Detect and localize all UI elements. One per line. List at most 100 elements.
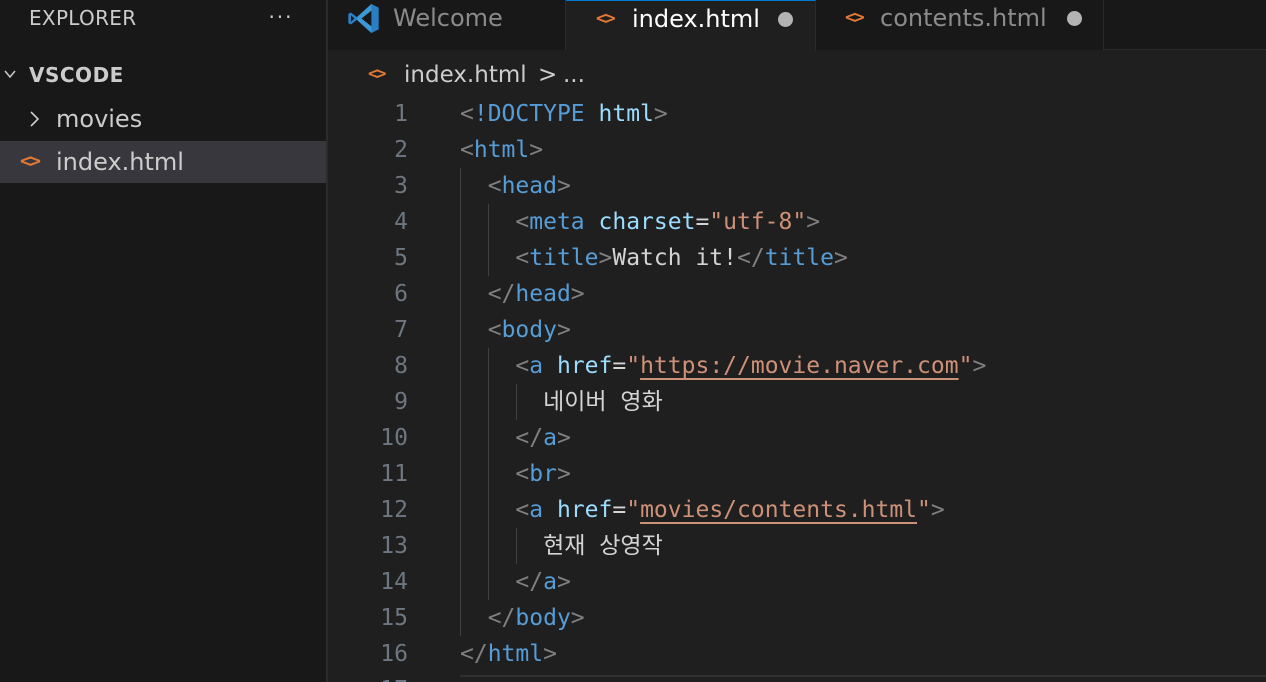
code-token: < [487,317,502,343]
html-icon: <> [20,150,41,172]
line-number: 7 [394,317,408,343]
code-token: </ [515,569,544,595]
code-token: head [515,281,571,307]
code-line[interactable]: 17 [328,672,1266,682]
code-token: a [529,497,544,523]
code-token: < [460,101,474,127]
code-text: <html> [460,132,543,168]
code-token: > [972,353,987,379]
code-token[interactable]: movies/contents.html [640,497,917,523]
tree-item-label: movies [56,105,143,133]
code-text: <meta charset="utf-8"> [460,204,820,240]
code-token: html [473,137,530,163]
code-token: > [653,101,668,127]
code-line[interactable]: 10 </a> [328,420,1266,456]
code-line[interactable]: 4 <meta charset="utf-8"> [328,204,1266,240]
more-actions-button[interactable]: ··· [266,4,296,30]
code-line[interactable]: 1 <!DOCTYPE html> [328,96,1266,132]
code-line[interactable]: 5 <title>Watch it!</title> [328,240,1266,276]
code-token: charset [598,209,696,235]
code-text: <!DOCTYPE html> [460,96,668,132]
code-token: Watch it! [612,245,737,271]
tab-index-html[interactable]: <> index.html [566,0,816,51]
editor-tab-bar: Welcome <> index.html <> contents.html [328,0,1266,51]
code-token[interactable]: https://movie.naver.com [640,353,959,379]
code-token: > [570,605,585,631]
code-token: br [529,461,557,487]
code-token: "utf-8" [709,209,807,235]
code-line[interactable]: 9 네이버 영화 [328,384,1266,420]
code-line[interactable]: 2 <html> [328,132,1266,168]
code-line[interactable]: 8 <a href="https://movie.naver.com"> [328,348,1266,384]
chevron-down-icon [4,70,16,79]
line-number: 5 [394,245,408,271]
code-line[interactable]: 14 </a> [328,564,1266,600]
code-editor[interactable]: 1 <!DOCTYPE html> 2 <html> 3 <head> 4 <meta c… [328,95,1266,682]
code-line[interactable]: 13 현재 상영작 [328,528,1266,564]
code-line[interactable]: 12 <a href="movies/contents.html"> [328,492,1266,528]
line-number: 11 [380,461,408,487]
code-token: > [806,209,821,235]
code-line[interactable]: 11 <br> [328,456,1266,492]
code-token: html [598,101,654,127]
tree-item-index-html[interactable]: <> index.html [0,141,326,183]
unsaved-dot-icon[interactable] [778,12,793,27]
code-text: <a href="movies/contents.html"> [460,492,944,528]
code-token: 현재 상영작 [460,533,663,559]
tree-item-movies-folder[interactable]: movies [0,98,326,140]
code-token: > [570,281,585,307]
line-number: 14 [380,569,408,595]
line-number: 9 [394,389,408,415]
code-token: head [501,173,557,199]
explorer-sidebar: EXPLORER ··· VSCODE movies <> index.html [0,0,326,682]
code-token: title [529,245,599,271]
line-number: 6 [394,281,408,307]
current-line-highlight [460,675,1266,677]
code-token: < [515,461,530,487]
unsaved-dot-icon[interactable] [1067,11,1082,26]
breadcrumb-file[interactable]: index.html [404,62,527,88]
code-token: > [556,173,571,199]
code-token: > [529,137,544,163]
line-number: 17 [380,672,408,682]
line-number: 10 [380,425,408,451]
workspace-section-header[interactable]: VSCODE [0,59,326,91]
breadcrumb-symbols[interactable]: ... [563,62,585,88]
code-line[interactable]: 6 </head> [328,276,1266,312]
code-line[interactable]: 16 </html> [328,636,1266,672]
code-token: > [556,569,571,595]
explorer-header: EXPLORER ··· [0,0,326,38]
code-token: title [764,245,834,271]
line-number: 3 [394,173,408,199]
code-token: body [515,605,571,631]
code-token: < [487,173,502,199]
code-token: < [515,353,530,379]
code-token: > [556,317,571,343]
code-line[interactable]: 3 <head> [328,168,1266,204]
code-line[interactable]: 15 </body> [328,600,1266,636]
code-token: a [543,569,557,595]
code-token: = [695,209,710,235]
tab-label: index.html [632,5,760,33]
code-token: </ [487,605,516,631]
code-token: = [612,497,627,523]
code-text: <body> [460,312,571,348]
html-icon: <> [596,8,616,29]
vscode-logo-icon [348,3,379,34]
tab-contents-html[interactable]: <> contents.html [816,0,1104,50]
tab-welcome[interactable]: Welcome [328,0,566,50]
code-token: href [556,353,613,379]
code-text: <br> [460,456,570,492]
code-line[interactable]: 7 <body> [328,312,1266,348]
line-number: 4 [394,209,408,235]
